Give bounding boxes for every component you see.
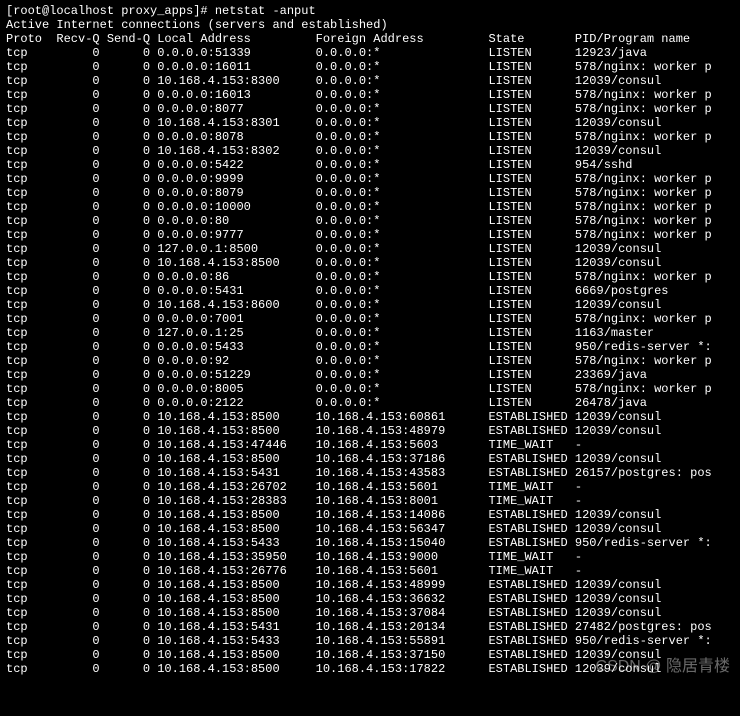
netstat-row: tcp 0 0 10.168.4.153:8500 10.168.4.153:3…	[6, 648, 734, 662]
netstat-row: tcp 0 0 10.168.4.153:8500 10.168.4.153:3…	[6, 592, 734, 606]
netstat-row: tcp 0 0 127.0.0.1:8500 0.0.0.0:* LISTEN …	[6, 242, 734, 256]
netstat-row: tcp 0 0 0.0.0.0:7001 0.0.0.0:* LISTEN 57…	[6, 312, 734, 326]
netstat-row: tcp 0 0 0.0.0.0:2122 0.0.0.0:* LISTEN 26…	[6, 396, 734, 410]
netstat-row: tcp 0 0 10.168.4.153:8500 10.168.4.153:1…	[6, 508, 734, 522]
netstat-row: tcp 0 0 10.168.4.153:8302 0.0.0.0:* LIST…	[6, 144, 734, 158]
netstat-row: tcp 0 0 10.168.4.153:8500 10.168.4.153:4…	[6, 578, 734, 592]
netstat-row: tcp 0 0 10.168.4.153:5431 10.168.4.153:4…	[6, 466, 734, 480]
netstat-row: tcp 0 0 0.0.0.0:8079 0.0.0.0:* LISTEN 57…	[6, 186, 734, 200]
prompt-line: [root@localhost proxy_apps]# netstat -an…	[6, 4, 734, 18]
netstat-row: tcp 0 0 0.0.0.0:51229 0.0.0.0:* LISTEN 2…	[6, 368, 734, 382]
netstat-row: tcp 0 0 0.0.0.0:9999 0.0.0.0:* LISTEN 57…	[6, 172, 734, 186]
netstat-row: tcp 0 0 10.168.4.153:8500 0.0.0.0:* LIST…	[6, 256, 734, 270]
netstat-row: tcp 0 0 10.168.4.153:28383 10.168.4.153:…	[6, 494, 734, 508]
netstat-row: tcp 0 0 10.168.4.153:8500 10.168.4.153:3…	[6, 606, 734, 620]
netstat-row: tcp 0 0 0.0.0.0:5422 0.0.0.0:* LISTEN 95…	[6, 158, 734, 172]
netstat-row: tcp 0 0 10.168.4.153:5431 10.168.4.153:2…	[6, 620, 734, 634]
netstat-row: tcp 0 0 0.0.0.0:80 0.0.0.0:* LISTEN 578/…	[6, 214, 734, 228]
netstat-row: tcp 0 0 10.168.4.153:5433 10.168.4.153:5…	[6, 634, 734, 648]
netstat-row: tcp 0 0 10.168.4.153:26776 10.168.4.153:…	[6, 564, 734, 578]
netstat-row: tcp 0 0 127.0.0.1:25 0.0.0.0:* LISTEN 11…	[6, 326, 734, 340]
netstat-row: tcp 0 0 0.0.0.0:8005 0.0.0.0:* LISTEN 57…	[6, 382, 734, 396]
netstat-row: tcp 0 0 0.0.0.0:5433 0.0.0.0:* LISTEN 95…	[6, 340, 734, 354]
netstat-row: tcp 0 0 10.168.4.153:47446 10.168.4.153:…	[6, 438, 734, 452]
netstat-row: tcp 0 0 10.168.4.153:8300 0.0.0.0:* LIST…	[6, 74, 734, 88]
terminal-output[interactable]: [root@localhost proxy_apps]# netstat -an…	[0, 0, 740, 680]
netstat-row: tcp 0 0 0.0.0.0:5431 0.0.0.0:* LISTEN 66…	[6, 284, 734, 298]
netstat-row: tcp 0 0 0.0.0.0:51339 0.0.0.0:* LISTEN 1…	[6, 46, 734, 60]
netstat-row: tcp 0 0 10.168.4.153:8500 10.168.4.153:5…	[6, 522, 734, 536]
netstat-row: tcp 0 0 0.0.0.0:86 0.0.0.0:* LISTEN 578/…	[6, 270, 734, 284]
netstat-row: tcp 0 0 10.168.4.153:8500 10.168.4.153:3…	[6, 452, 734, 466]
netstat-row: tcp 0 0 0.0.0.0:16011 0.0.0.0:* LISTEN 5…	[6, 60, 734, 74]
subtitle-line: Active Internet connections (servers and…	[6, 18, 734, 32]
netstat-row: tcp 0 0 10.168.4.153:8500 10.168.4.153:4…	[6, 424, 734, 438]
netstat-row: tcp 0 0 0.0.0.0:92 0.0.0.0:* LISTEN 578/…	[6, 354, 734, 368]
netstat-row: tcp 0 0 10.168.4.153:8600 0.0.0.0:* LIST…	[6, 298, 734, 312]
netstat-row: tcp 0 0 0.0.0.0:16013 0.0.0.0:* LISTEN 5…	[6, 88, 734, 102]
netstat-row: tcp 0 0 0.0.0.0:9777 0.0.0.0:* LISTEN 57…	[6, 228, 734, 242]
netstat-row: tcp 0 0 10.168.4.153:8500 10.168.4.153:6…	[6, 410, 734, 424]
netstat-row: tcp 0 0 0.0.0.0:8077 0.0.0.0:* LISTEN 57…	[6, 102, 734, 116]
netstat-row: tcp 0 0 10.168.4.153:5433 10.168.4.153:1…	[6, 536, 734, 550]
netstat-header: Proto Recv-Q Send-Q Local Address Foreig…	[6, 32, 734, 46]
netstat-row: tcp 0 0 0.0.0.0:10000 0.0.0.0:* LISTEN 5…	[6, 200, 734, 214]
netstat-row: tcp 0 0 10.168.4.153:8500 10.168.4.153:1…	[6, 662, 734, 676]
netstat-row: tcp 0 0 0.0.0.0:8078 0.0.0.0:* LISTEN 57…	[6, 130, 734, 144]
netstat-row: tcp 0 0 10.168.4.153:26702 10.168.4.153:…	[6, 480, 734, 494]
command-text: netstat -anput	[215, 4, 316, 18]
netstat-row: tcp 0 0 10.168.4.153:35950 10.168.4.153:…	[6, 550, 734, 564]
prompt-prefix: [root@localhost proxy_apps]#	[6, 4, 215, 18]
netstat-row: tcp 0 0 10.168.4.153:8301 0.0.0.0:* LIST…	[6, 116, 734, 130]
